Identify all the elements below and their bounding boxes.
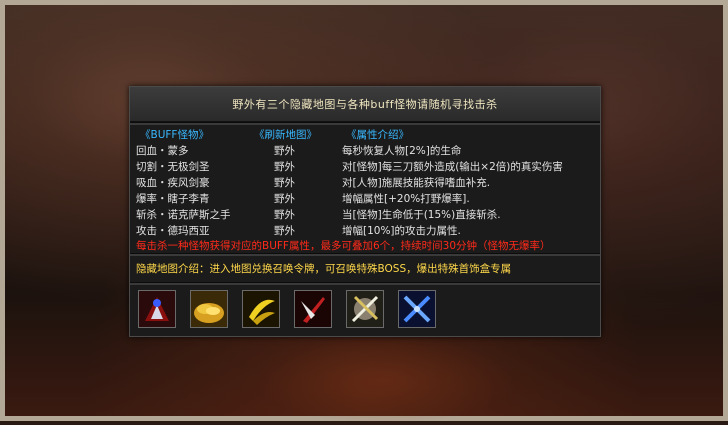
refresh-map: 野外 xyxy=(274,193,295,205)
panel-title: 野外有三个隐藏地图与各种buff怪物请随机寻找击杀 xyxy=(232,98,498,111)
divider xyxy=(130,282,600,285)
buff-stack-note: 每击杀一种怪物获得对应的BUFF属性，最多可叠加6个，持续时间30分钟（怪物无爆… xyxy=(136,240,551,252)
monster-name: 攻击・德玛西亚 xyxy=(136,225,210,237)
refresh-map: 野外 xyxy=(274,161,295,173)
column-header-map: 《刷新地图》 xyxy=(254,129,317,141)
attribute-desc: 增幅[10%]的攻击力属性. xyxy=(342,225,461,237)
attribute-desc: 对[怪物]每三刀额外造成(输出×2倍)的真实伤害 xyxy=(342,161,563,173)
crossed-sword-shield-icon[interactable] xyxy=(346,290,384,328)
buff-info-panel: 野外有三个隐藏地图与各种buff怪物请随机寻找击杀 《BUFF怪物》 《刷新地图… xyxy=(129,86,601,337)
column-header-attribute: 《属性介绍》 xyxy=(346,129,409,141)
attribute-desc: 增幅属性[+20%打野爆率]. xyxy=(342,193,470,205)
background-art xyxy=(255,335,515,425)
monster-name: 斩杀・诺克萨斯之手 xyxy=(136,209,231,221)
attribute-desc: 对[人物]施展技能获得嗜血补充. xyxy=(342,177,491,189)
refresh-map: 野外 xyxy=(274,145,295,157)
blood-warrior-icon[interactable] xyxy=(138,290,176,328)
red-blade-icon[interactable] xyxy=(294,290,332,328)
panel-header: 野外有三个隐藏地图与各种buff怪物请随机寻找击杀 xyxy=(130,87,600,122)
refresh-map: 野外 xyxy=(274,225,295,237)
monster-name: 切割・无极剑圣 xyxy=(136,161,210,173)
divider xyxy=(130,253,600,256)
gold-pile-icon[interactable] xyxy=(190,290,228,328)
monster-name: 回血・蒙多 xyxy=(136,145,189,157)
monster-name: 吸血・疾风剑豪 xyxy=(136,177,210,189)
blue-crossed-swords-icon[interactable] xyxy=(398,290,436,328)
monster-name: 爆率・瞎子李青 xyxy=(136,193,210,205)
divider xyxy=(130,122,600,125)
golden-slash-icon[interactable] xyxy=(242,290,280,328)
attribute-desc: 每秒恢复人物[2%]的生命 xyxy=(342,145,462,157)
attribute-desc: 当[怪物]生命低于(15%)直接斩杀. xyxy=(342,209,501,221)
refresh-map: 野外 xyxy=(274,177,295,189)
hidden-map-note: 隐藏地图介绍：进入地图兑换召唤令牌，可召唤特殊BOSS，爆出特殊首饰盒专属 xyxy=(136,263,512,275)
refresh-map: 野外 xyxy=(274,209,295,221)
column-header-monster: 《BUFF怪物》 xyxy=(140,129,209,141)
